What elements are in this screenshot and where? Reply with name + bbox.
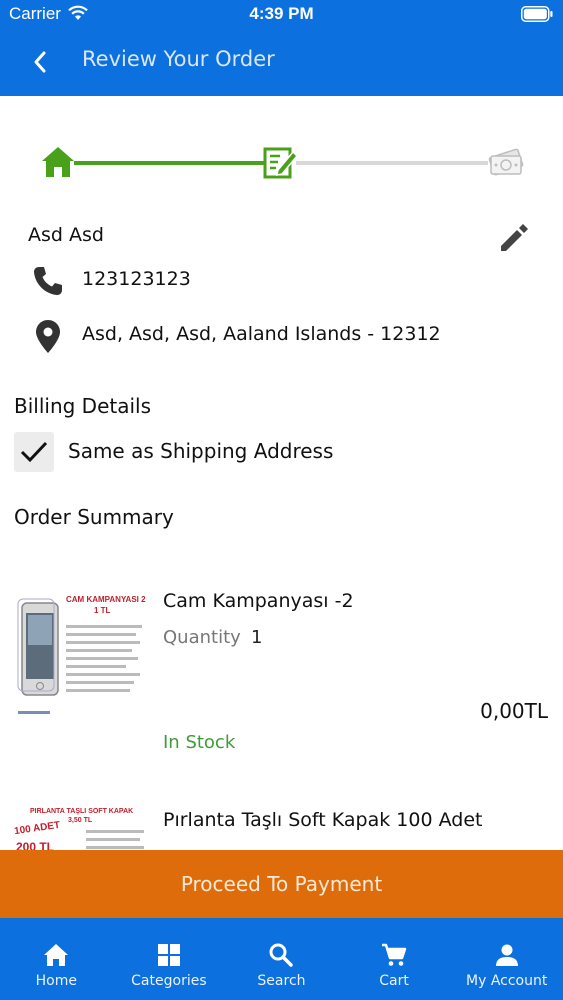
tab-label: Categories xyxy=(131,973,207,989)
phone-icon xyxy=(34,267,62,295)
thumb-title: CAM KAMPANYASI 2 xyxy=(66,595,146,604)
quantity-label: Quantity xyxy=(163,627,241,648)
status-bar: Carrier 4:39 PM xyxy=(0,0,563,30)
order-summary-title: Order Summary xyxy=(14,505,174,529)
thumb-badge: 100 ADET xyxy=(14,819,61,838)
quantity-value: 1 xyxy=(251,627,263,648)
back-button[interactable] xyxy=(22,44,58,80)
tab-label: Home xyxy=(35,973,77,989)
tab-categories[interactable]: Categories xyxy=(113,918,226,1000)
billing-details-title: Billing Details xyxy=(14,394,152,418)
stepper-line-complete xyxy=(74,161,264,165)
battery-icon xyxy=(521,6,553,22)
product-name[interactable]: Cam Kampanyası -2 xyxy=(163,590,354,612)
page-title: Review Your Order xyxy=(82,47,275,71)
tab-search[interactable]: Search xyxy=(225,918,338,1000)
money-icon xyxy=(488,148,524,176)
thumb-subtitle: 3,50 TL xyxy=(68,817,93,824)
cart-icon xyxy=(382,943,407,966)
app-header: Carrier 4:39 PM Review Your Order xyxy=(0,0,563,96)
tab-label: Search xyxy=(257,973,306,989)
shipping-name: Asd Asd xyxy=(28,224,104,246)
account-icon xyxy=(495,944,518,966)
tab-label: My Account xyxy=(466,973,548,989)
grid-icon xyxy=(157,944,180,966)
tab-cart[interactable]: Cart xyxy=(338,918,451,1000)
product-image[interactable]: CAM KAMPANYASI 2 1 TL xyxy=(14,593,148,723)
product-name[interactable]: Pırlanta Taşlı Soft Kapak 100 Adet xyxy=(163,809,482,831)
thumb-badge-price: 200 TL xyxy=(16,840,55,850)
tab-my-account[interactable]: My Account xyxy=(450,918,563,1000)
proceed-to-payment-button[interactable]: Proceed To Payment xyxy=(0,850,563,918)
thumb-subtitle: 1 TL xyxy=(94,606,111,615)
checkout-stepper xyxy=(0,140,563,190)
pencil-icon xyxy=(501,224,528,251)
chevron-left-icon xyxy=(34,51,46,73)
shipping-phone: 123123123 xyxy=(82,268,191,290)
same-as-shipping-label[interactable]: Same as Shipping Address xyxy=(68,439,333,463)
tab-label: Cart xyxy=(379,973,409,989)
phone-screen-protector-image xyxy=(17,598,142,714)
tab-home[interactable]: Home xyxy=(0,918,113,1000)
bottom-tab-bar: Home Categories Search Cart My Account xyxy=(0,918,563,1000)
stepper-line-pending xyxy=(296,161,488,165)
shipping-address: Asd, Asd, Asd, Aaland Islands - 12312 xyxy=(82,323,441,345)
thumb-title: PIRLANTA TAŞLI SOFT KAPAK xyxy=(30,808,134,815)
product-image[interactable]: PIRLANTA TAŞLI SOFT KAPAK 3,50 TL 100 AD… xyxy=(14,806,148,850)
search-icon xyxy=(269,943,294,967)
same-as-shipping-checkbox[interactable] xyxy=(14,432,54,472)
edit-address-button[interactable] xyxy=(496,218,534,256)
edit-form-icon xyxy=(263,147,298,179)
home-icon xyxy=(44,944,69,966)
clock: 4:39 PM xyxy=(249,4,314,23)
stock-status: In Stock xyxy=(163,732,236,753)
location-pin-icon xyxy=(36,320,60,353)
home-icon xyxy=(42,147,74,177)
product-price: 0,00TL xyxy=(480,699,548,723)
checkmark-icon xyxy=(20,441,48,463)
navigation-bar: Review Your Order xyxy=(0,30,563,96)
